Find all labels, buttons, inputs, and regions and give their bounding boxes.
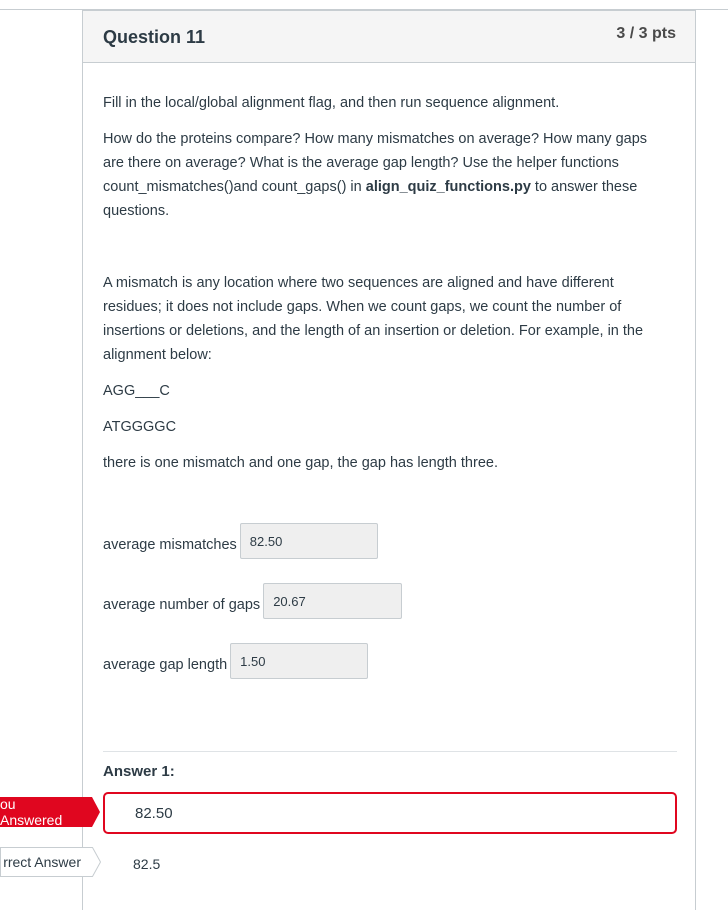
answer-1-title: Answer 1:	[103, 763, 175, 780]
alignment-sequence-2: ATGGGGC	[103, 419, 177, 435]
average-mismatches-input[interactable]: 82.50	[239, 523, 378, 559]
you-answered-flag: ou Answered	[0, 797, 100, 827]
field-average-number-of-gaps: average number of gaps 20.67	[103, 583, 403, 623]
correct-answer-flag: rrect Answer	[0, 847, 101, 877]
example-explanation-text: there is one mismatch and one gap, the g…	[103, 455, 498, 471]
average-gap-length-input[interactable]: 1.50	[230, 643, 369, 679]
field-average-mismatches: average mismatches 82.50	[103, 523, 378, 563]
you-answered-box: 82.50	[103, 792, 677, 834]
correct-answer-label: rrect Answer	[3, 854, 81, 870]
field-label: average number of gaps	[103, 597, 261, 613]
answer-divider	[103, 751, 677, 752]
correct-answer-value: 82.5	[133, 856, 161, 872]
you-answered-label: ou Answered	[0, 796, 63, 828]
filename-text: align_quiz_functions.py	[365, 179, 531, 195]
you-answered-value: 82.50	[135, 804, 173, 822]
question-title: Question 11	[103, 27, 206, 47]
field-average-gap-length: average gap length 1.50	[103, 643, 369, 683]
average-number-of-gaps-input[interactable]: 20.67	[263, 583, 403, 619]
question-header: Question 11 3 / 3 pts	[83, 11, 695, 63]
instruction-text: Fill in the local/global alignment flag,…	[103, 95, 560, 111]
question-points: 3 / 3 pts	[616, 25, 676, 42]
question-text: How do the proteins compare? How many mi…	[103, 131, 648, 219]
field-label: average gap length	[103, 657, 228, 673]
alignment-sequence-1: AGG___C	[103, 383, 170, 399]
mismatch-definition-text: A mismatch is any location where two seq…	[103, 275, 644, 363]
question-card: Question 11 3 / 3 pts Fill in the local/…	[82, 10, 696, 910]
field-label: average mismatches	[103, 537, 237, 553]
